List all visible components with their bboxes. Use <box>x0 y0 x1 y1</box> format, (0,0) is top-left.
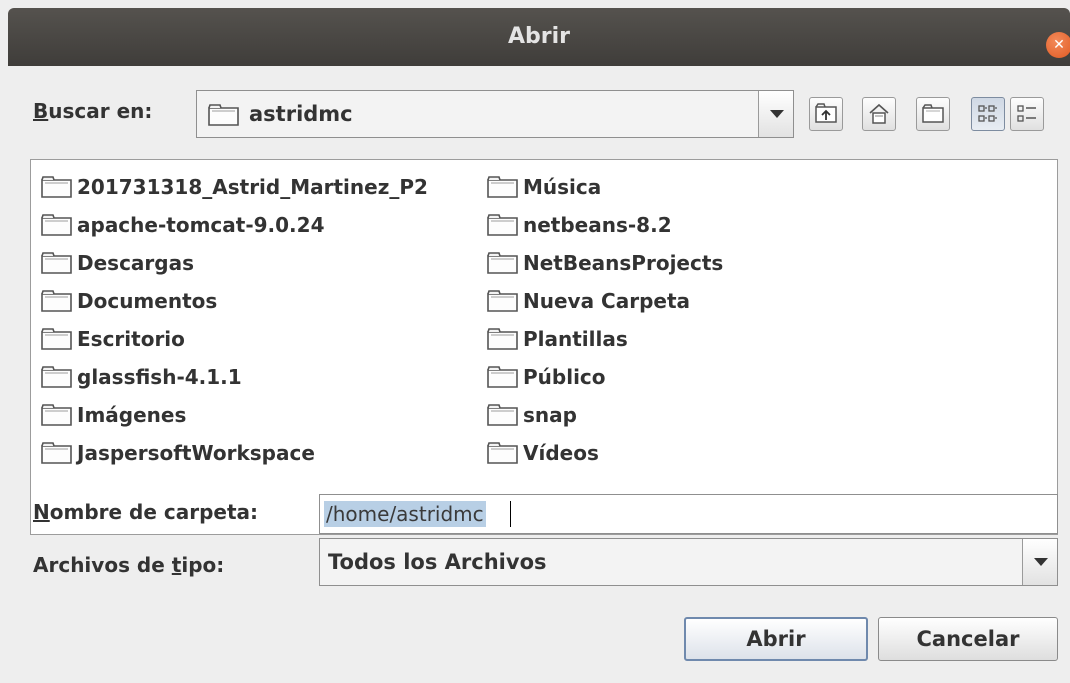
text-caret <box>510 501 511 527</box>
dialog-body: Buscar en: astridmc 201731318_Astrid_Mar… <box>8 66 1070 683</box>
up-one-level-button[interactable] <box>809 97 843 131</box>
folder-item[interactable]: netbeans-8.2 <box>487 206 723 244</box>
folder-icon <box>487 176 518 198</box>
folder-item-label: Descargas <box>77 251 195 275</box>
file-list-column-2: Música netbeans-8.2 NetBeansProjects Nueva … <box>487 168 723 472</box>
list-view-button[interactable] <box>971 97 1005 131</box>
chevron-down-icon[interactable] <box>758 91 793 137</box>
window-title: Abrir <box>507 24 570 49</box>
folder-icon <box>41 290 72 312</box>
folder-icon <box>41 404 72 426</box>
folder-item-label: JaspersoftWorkspace <box>77 441 315 465</box>
folder-item-label: Público <box>523 365 606 389</box>
new-folder-button[interactable] <box>916 97 950 131</box>
folder-item[interactable]: Imágenes <box>41 396 428 434</box>
folder-item[interactable]: Música <box>487 168 723 206</box>
folder-item[interactable]: Público <box>487 358 723 396</box>
folder-item[interactable]: Descargas <box>41 244 428 282</box>
folder-item-label: Imágenes <box>77 403 187 427</box>
folder-icon <box>487 252 518 274</box>
details-view-button[interactable] <box>1010 97 1044 131</box>
folder-icon <box>41 176 72 198</box>
file-type-label: Archivos de tipo: <box>33 553 225 577</box>
folder-item-label: Música <box>523 175 602 199</box>
folder-icon <box>41 442 72 464</box>
folder-icon <box>41 366 72 388</box>
folder-item-label: glassfish-4.1.1 <box>77 365 242 389</box>
folder-name-label: Nombre de carpeta: <box>33 500 259 524</box>
folder-item-label: Escritorio <box>77 327 185 351</box>
folder-icon <box>487 442 518 464</box>
folder-icon <box>41 328 72 350</box>
folder-item-label: Documentos <box>77 289 218 313</box>
folder-item[interactable]: JaspersoftWorkspace <box>41 434 428 472</box>
folder-item[interactable]: Plantillas <box>487 320 723 358</box>
folder-item-label: NetBeansProjects <box>523 251 724 275</box>
title-bar[interactable]: Abrir ✕ <box>8 8 1070 66</box>
folder-icon <box>487 404 518 426</box>
new-folder-icon <box>922 104 944 123</box>
folder-item[interactable]: NetBeansProjects <box>487 244 723 282</box>
folder-item-label: Plantillas <box>523 327 628 351</box>
folder-icon <box>208 104 239 126</box>
up-one-level-icon <box>815 103 837 123</box>
folder-item[interactable]: Vídeos <box>487 434 723 472</box>
folder-item-label: snap <box>523 403 577 427</box>
folder-item[interactable]: Nueva Carpeta <box>487 282 723 320</box>
look-in-combobox[interactable]: astridmc <box>196 90 794 138</box>
look-in-value: astridmc <box>249 102 353 126</box>
file-type-combobox[interactable]: Todos los Archivos <box>319 538 1058 586</box>
folder-item-label: 201731318_Astrid_Martinez_P2 <box>77 175 428 199</box>
cancel-button[interactable]: Cancelar <box>878 617 1058 661</box>
folder-item-label: netbeans-8.2 <box>523 213 672 237</box>
folder-icon <box>487 214 518 236</box>
folder-item-label: Vídeos <box>523 441 599 465</box>
folder-item[interactable]: glassfish-4.1.1 <box>41 358 428 396</box>
folder-item[interactable]: 201731318_Astrid_Martinez_P2 <box>41 168 428 206</box>
file-list[interactable]: 201731318_Astrid_Martinez_P2 apache-tomca… <box>30 159 1058 535</box>
list-view-icon <box>978 105 997 122</box>
folder-name-field[interactable]: /home/astridmc <box>319 494 1058 534</box>
folder-item[interactable]: snap <box>487 396 723 434</box>
look-in-label: Buscar en: <box>33 99 153 123</box>
folder-item-label: apache-tomcat-9.0.24 <box>77 213 325 237</box>
folder-item[interactable]: apache-tomcat-9.0.24 <box>41 206 428 244</box>
folder-icon <box>41 252 72 274</box>
home-button[interactable] <box>862 97 896 131</box>
folder-icon <box>487 328 518 350</box>
file-list-column-1: 201731318_Astrid_Martinez_P2 apache-tomca… <box>41 168 428 472</box>
file-type-value: Todos los Archivos <box>328 550 547 574</box>
close-icon[interactable]: ✕ <box>1046 32 1070 58</box>
folder-item[interactable]: Documentos <box>41 282 428 320</box>
folder-icon <box>487 366 518 388</box>
folder-name-value: /home/astridmc <box>324 501 486 527</box>
folder-icon <box>41 214 72 236</box>
file-chooser-dialog: Abrir ✕ Buscar en: astridmc 201731318_As… <box>0 0 1070 683</box>
folder-item[interactable]: Escritorio <box>41 320 428 358</box>
folder-icon <box>487 290 518 312</box>
home-icon <box>869 103 889 124</box>
details-view-icon <box>1017 105 1036 122</box>
folder-item-label: Nueva Carpeta <box>523 289 691 313</box>
chevron-down-icon[interactable] <box>1022 539 1057 585</box>
open-button[interactable]: Abrir <box>684 617 868 661</box>
